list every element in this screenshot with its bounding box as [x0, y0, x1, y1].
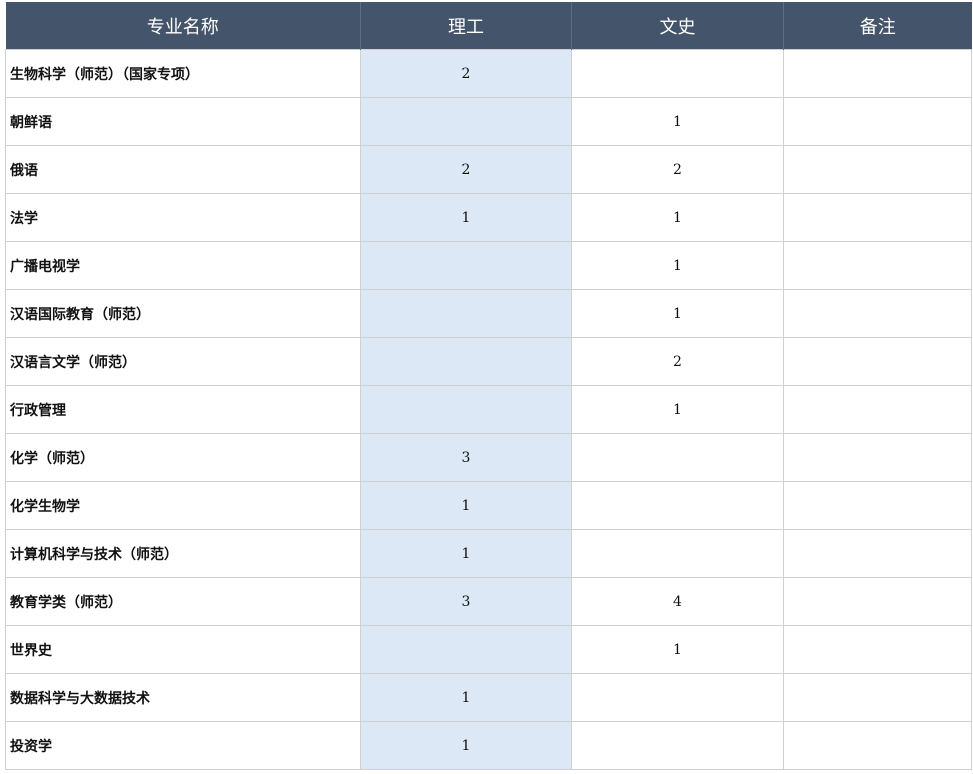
note-cell[interactable] — [783, 49, 972, 98]
wenshi-count-cell[interactable]: 1 — [571, 241, 784, 290]
note-cell[interactable] — [783, 577, 972, 626]
major-name-cell[interactable]: 法学 — [5, 193, 361, 242]
table-row: 化学（师范） 3 — [5, 433, 972, 482]
ligong-count-cell[interactable] — [360, 289, 572, 338]
major-name-cell[interactable]: 汉语国际教育（师范） — [5, 289, 361, 338]
major-name-cell[interactable]: 世界史 — [5, 625, 361, 674]
table-row: 行政管理 1 — [5, 385, 972, 434]
table-row: 投资学 1 — [5, 721, 972, 770]
ligong-count-cell[interactable]: 1 — [360, 481, 572, 530]
wenshi-count-cell[interactable]: 1 — [571, 97, 784, 146]
table-row: 化学生物学 1 — [5, 481, 972, 530]
note-cell[interactable] — [783, 337, 972, 386]
major-name-cell[interactable]: 俄语 — [5, 145, 361, 194]
header-ligong[interactable]: 理工 — [360, 2, 572, 50]
wenshi-count-cell[interactable]: 1 — [571, 625, 784, 674]
wenshi-count-cell[interactable] — [571, 673, 784, 722]
ligong-count-cell[interactable]: 3 — [360, 577, 572, 626]
enrollment-table: 专业名称 理工 文史 备注 生物科学（师范）（国家专项） 2 朝鲜语 1 俄语 2 2 法学 1… — [5, 2, 972, 770]
major-name-cell[interactable]: 生物科学（师范）（国家专项） — [5, 49, 361, 98]
header-wenshi[interactable]: 文史 — [571, 2, 784, 50]
note-cell[interactable] — [783, 385, 972, 434]
header-note[interactable]: 备注 — [783, 2, 972, 50]
table-row: 汉语国际教育（师范） 1 — [5, 289, 972, 338]
major-name-cell[interactable]: 化学生物学 — [5, 481, 361, 530]
note-cell[interactable] — [783, 529, 972, 578]
note-cell[interactable] — [783, 145, 972, 194]
wenshi-count-cell[interactable]: 1 — [571, 385, 784, 434]
ligong-count-cell[interactable] — [360, 241, 572, 290]
table-row: 广播电视学 1 — [5, 241, 972, 290]
major-name-cell[interactable]: 教育学类（师范） — [5, 577, 361, 626]
table-body: 生物科学（师范）（国家专项） 2 朝鲜语 1 俄语 2 2 法学 1 1 广播电视学 1 汉语国际教育（… — [5, 49, 972, 770]
major-name-cell[interactable]: 行政管理 — [5, 385, 361, 434]
table-row: 法学 1 1 — [5, 193, 972, 242]
ligong-count-cell[interactable]: 1 — [360, 721, 572, 770]
major-name-cell[interactable]: 投资学 — [5, 721, 361, 770]
table-row: 教育学类（师范） 3 4 — [5, 577, 972, 626]
wenshi-count-cell[interactable]: 2 — [571, 145, 784, 194]
table-row: 世界史 1 — [5, 625, 972, 674]
wenshi-count-cell[interactable] — [571, 721, 784, 770]
note-cell[interactable] — [783, 241, 972, 290]
ligong-count-cell[interactable] — [360, 97, 572, 146]
note-cell[interactable] — [783, 673, 972, 722]
table-header: 专业名称 理工 文史 备注 — [5, 2, 972, 50]
wenshi-count-cell[interactable]: 1 — [571, 193, 784, 242]
note-cell[interactable] — [783, 289, 972, 338]
wenshi-count-cell[interactable]: 2 — [571, 337, 784, 386]
note-cell[interactable] — [783, 97, 972, 146]
table-row: 数据科学与大数据技术 1 — [5, 673, 972, 722]
major-name-cell[interactable]: 汉语言文学（师范） — [5, 337, 361, 386]
header-major-name[interactable]: 专业名称 — [5, 2, 361, 50]
major-name-cell[interactable]: 朝鲜语 — [5, 97, 361, 146]
wenshi-count-cell[interactable] — [571, 433, 784, 482]
ligong-count-cell[interactable]: 2 — [360, 145, 572, 194]
ligong-count-cell[interactable]: 2 — [360, 49, 572, 98]
table-row: 俄语 2 2 — [5, 145, 972, 194]
ligong-count-cell[interactable]: 1 — [360, 673, 572, 722]
note-cell[interactable] — [783, 721, 972, 770]
ligong-count-cell[interactable] — [360, 625, 572, 674]
table-row: 朝鲜语 1 — [5, 97, 972, 146]
note-cell[interactable] — [783, 193, 972, 242]
ligong-count-cell[interactable]: 1 — [360, 193, 572, 242]
wenshi-count-cell[interactable] — [571, 49, 784, 98]
note-cell[interactable] — [783, 433, 972, 482]
table-row: 汉语言文学（师范） 2 — [5, 337, 972, 386]
wenshi-count-cell[interactable]: 1 — [571, 289, 784, 338]
major-name-cell[interactable]: 广播电视学 — [5, 241, 361, 290]
table-row: 生物科学（师范）（国家专项） 2 — [5, 49, 972, 98]
ligong-count-cell[interactable]: 3 — [360, 433, 572, 482]
wenshi-count-cell[interactable] — [571, 529, 784, 578]
note-cell[interactable] — [783, 625, 972, 674]
table-row: 计算机科学与技术（师范） 1 — [5, 529, 972, 578]
ligong-count-cell[interactable]: 1 — [360, 529, 572, 578]
major-name-cell[interactable]: 计算机科学与技术（师范） — [5, 529, 361, 578]
header-row: 专业名称 理工 文史 备注 — [5, 2, 972, 50]
wenshi-count-cell[interactable] — [571, 481, 784, 530]
ligong-count-cell[interactable] — [360, 385, 572, 434]
major-name-cell[interactable]: 化学（师范） — [5, 433, 361, 482]
major-name-cell[interactable]: 数据科学与大数据技术 — [5, 673, 361, 722]
note-cell[interactable] — [783, 481, 972, 530]
wenshi-count-cell[interactable]: 4 — [571, 577, 784, 626]
ligong-count-cell[interactable] — [360, 337, 572, 386]
